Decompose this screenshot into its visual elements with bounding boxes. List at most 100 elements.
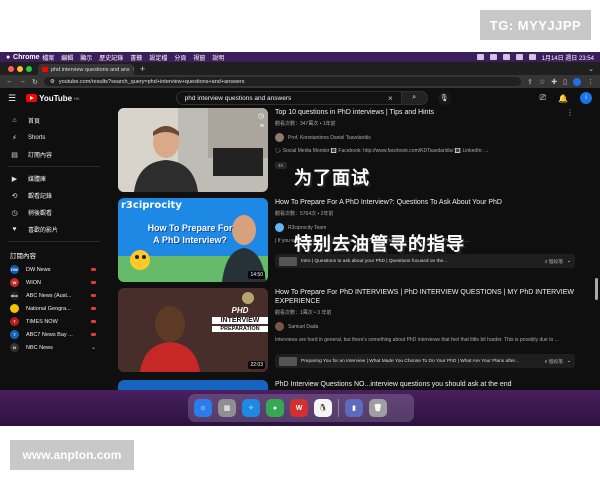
menu-item-edit[interactable]: 編輯: [61, 53, 73, 62]
clear-search-icon[interactable]: ×: [388, 94, 393, 103]
channel[interactable]: Prof. Konstantinos Daniel Tsavdaridis: [275, 133, 575, 142]
profile-avatar[interactable]: [573, 77, 581, 86]
video-title[interactable]: PhD Interview Questions NO...interview q…: [275, 380, 575, 389]
chapter-thumbnail: [279, 356, 297, 366]
subscription-item[interactable]: N NBC News ⌄: [0, 341, 108, 354]
menu-item-tab[interactable]: 分頁: [174, 53, 186, 62]
chevron-down-icon[interactable]: ⌄: [567, 359, 571, 364]
minimize-window-button[interactable]: [17, 65, 23, 72]
search-icon[interactable]: [515, 54, 523, 60]
menu-item-help[interactable]: 說明: [212, 53, 224, 62]
user-avatar[interactable]: i: [580, 92, 592, 104]
sidebar-item-library[interactable]: ▶ 媒體庫: [0, 170, 108, 187]
thumbnail-image: [118, 108, 268, 192]
menu-item-history[interactable]: 歷史記錄: [99, 53, 123, 62]
reload-icon[interactable]: ↻: [32, 78, 38, 86]
new-tab-button[interactable]: +: [140, 64, 145, 74]
video-title[interactable]: How To Prepare For PhD INTERVIEWS | PhD …: [275, 288, 575, 306]
sidebar-item-watch-later[interactable]: ◷ 稍後觀看: [0, 204, 108, 221]
voice-search-button[interactable]: 🎙: [437, 91, 451, 105]
url-field[interactable]: ⚙ youtube.com/results?search_query=phd+i…: [43, 77, 522, 86]
menu-kebab-icon[interactable]: ⋮: [587, 78, 594, 86]
create-video-icon[interactable]: ⎚: [540, 93, 546, 103]
close-window-button[interactable]: [8, 65, 14, 72]
subscription-item[interactable]: T TIMES NOW: [0, 315, 108, 328]
chapter-count[interactable]: 6 個段落: [545, 358, 563, 365]
browser-tab[interactable]: phd interview questions and ans ×: [38, 64, 134, 75]
chrome-app-icon[interactable]: ●: [266, 399, 284, 417]
close-tab-icon[interactable]: ×: [133, 67, 134, 73]
safari-app-icon[interactable]: ✧: [242, 399, 260, 417]
video-result[interactable]: PhD Interview Questions NO...interview q…: [118, 380, 588, 390]
apple-icon[interactable]: ●: [6, 54, 10, 61]
menu-item-window[interactable]: 視窗: [193, 53, 205, 62]
notifications-bell-icon[interactable]: 🔔: [558, 94, 568, 103]
history-icon: ⟲: [11, 192, 18, 200]
sidebar-item-label: 喜歡的影片: [28, 228, 59, 234]
video-thumbnail[interactable]: PHD INTERVIEW PREPARATION 22:03: [118, 288, 268, 372]
extensions-icon[interactable]: ✚: [551, 78, 557, 86]
channel-name[interactable]: Prof. Konstantinos Daniel Tsavdaridis: [288, 135, 371, 141]
sidebar-item-history[interactable]: ⟲ 觀看記錄: [0, 187, 108, 204]
channel-avatar[interactable]: [275, 133, 284, 142]
youtube-logo-text: YouTube: [39, 93, 73, 103]
status-icon[interactable]: [489, 54, 497, 60]
watch-later-overlay-icon[interactable]: ◷: [258, 112, 264, 120]
subscription-item[interactable]: DW DW News: [0, 263, 108, 276]
trash-app-icon[interactable]: 🗑: [369, 399, 387, 417]
search-input[interactable]: phd interview questions and answers ×: [175, 91, 402, 105]
sidebar-item-label: 媒體庫: [28, 177, 47, 183]
chapter-count[interactable]: 3 個段落: [545, 258, 563, 265]
video-title[interactable]: How To Prepare For A PhD Interview?: Que…: [275, 198, 575, 207]
sidebar-item-home[interactable]: ⌂ 首頁: [0, 112, 108, 129]
zoom-window-button[interactable]: [26, 65, 32, 72]
hamburger-menu-icon[interactable]: ☰: [8, 93, 16, 104]
sidebar-item-shorts[interactable]: ⚡ Shorts: [0, 129, 108, 146]
sidepanel-icon[interactable]: ▯: [563, 78, 567, 86]
chevron-down-icon[interactable]: ⌄: [567, 259, 571, 264]
menu-app-name[interactable]: Chrome: [13, 52, 39, 66]
chapters-bar[interactable]: Preparing You for an Interview | What Ma…: [275, 354, 575, 368]
control-center-icon[interactable]: [528, 54, 536, 60]
video-thumbnail[interactable]: ◷ ≡: [118, 108, 268, 192]
finder-app-icon[interactable]: ☺: [194, 399, 212, 417]
subscription-item[interactable]: National Geogra...: [0, 302, 108, 315]
sidebar-item-subscriptions[interactable]: ▤ 訂閱內容: [0, 146, 108, 163]
subscription-item[interactable]: abc ABC News (Aust...: [0, 289, 108, 302]
back-icon[interactable]: ←: [6, 78, 13, 85]
page-scrollbar[interactable]: [595, 278, 598, 300]
subscription-item[interactable]: W WION: [0, 276, 108, 289]
add-to-queue-icon[interactable]: ≡: [260, 123, 264, 130]
channel[interactable]: Samuel Dada: [275, 322, 575, 331]
qq-app-icon[interactable]: 🐧: [314, 399, 332, 417]
menu-item-file[interactable]: 檔案: [42, 53, 54, 62]
menu-item-view[interactable]: 顯示: [80, 53, 92, 62]
share-icon[interactable]: ⇪: [527, 78, 533, 86]
menu-clock[interactable]: 1月14日 週日 23:54: [542, 53, 594, 62]
search-button[interactable]: ⌕: [401, 91, 428, 105]
subscription-item[interactable]: 7 ABC7 News Bay ...: [0, 328, 108, 341]
bookmark-star-icon[interactable]: ☆: [539, 78, 545, 86]
sidebar-item-liked[interactable]: ♥ 喜歡的影片: [0, 221, 108, 238]
status-icon[interactable]: [476, 54, 484, 60]
tab-search-icon[interactable]: ⌄: [588, 65, 594, 73]
downloads-app-icon[interactable]: ▮: [345, 399, 363, 417]
site-info-icon[interactable]: ⚙: [50, 79, 55, 85]
youtube-logo[interactable]: YouTube HK: [26, 94, 80, 103]
more-actions-icon[interactable]: ⋮: [566, 108, 574, 117]
channel-name[interactable]: Samuel Dada: [288, 324, 318, 330]
video-thumbnail[interactable]: [118, 380, 268, 390]
forward-icon[interactable]: →: [19, 78, 26, 85]
chapters-bar[interactable]: Intro | Questions to ask about your PhD …: [275, 254, 575, 268]
wifi-icon[interactable]: [502, 54, 510, 60]
video-title[interactable]: Top 10 questions in PhD interviews | Tip…: [275, 108, 575, 117]
video-thumbnail[interactable]: r3ciprocity How To Prepare For A PhD Int…: [118, 198, 268, 282]
channel-avatar[interactable]: [275, 322, 284, 331]
channel-avatar[interactable]: [275, 223, 284, 232]
menu-item-bookmarks[interactable]: 書籤: [130, 53, 142, 62]
wps-app-icon[interactable]: W: [290, 399, 308, 417]
launchpad-app-icon[interactable]: ▦: [218, 399, 236, 417]
library-icon: ▶: [11, 175, 18, 183]
menu-item-profiles[interactable]: 設定檔: [149, 53, 167, 62]
video-result[interactable]: PHD INTERVIEW PREPARATION 22:03 How To P…: [118, 288, 588, 374]
